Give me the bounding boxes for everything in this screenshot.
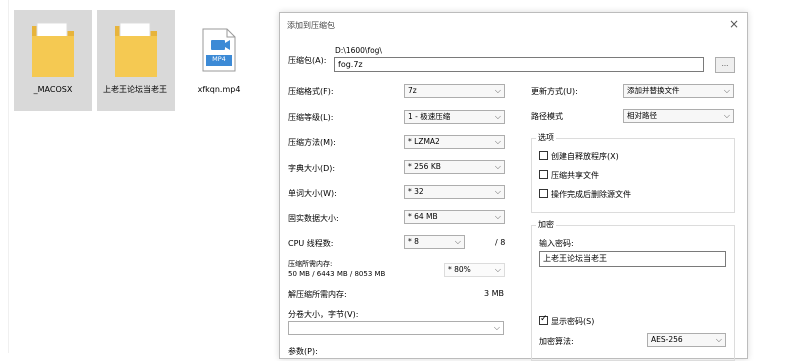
level-select[interactable]: 1 - 极速压缩 ⌵ <box>404 110 505 124</box>
mem-comp-label: 压缩所需内存: <box>288 260 333 268</box>
solid-value: * 64 MB <box>408 212 438 221</box>
show-password-label: 显示密码(S) <box>551 317 595 326</box>
file-item-macosx[interactable]: _MACOSX <box>14 10 92 111</box>
cpu-select[interactable]: * 8 ⌵ <box>404 235 465 249</box>
mem-percent-value: * 80% <box>448 265 471 274</box>
path-mode-label: 路径模式 <box>531 112 563 121</box>
cpu-value: * 8 <box>408 237 419 246</box>
file-name: _MACOSX <box>33 85 73 94</box>
password-input[interactable]: 上老王论坛当老王 <box>539 251 726 267</box>
method-select[interactable]: * LZMA2 ⌵ <box>404 135 505 149</box>
method-value: * LZMA2 <box>408 137 440 146</box>
chevron-down-icon: ⌵ <box>494 137 501 146</box>
level-label: 压缩等级(L): <box>288 113 334 122</box>
sfx-checkbox[interactable] <box>539 151 548 160</box>
delete-checkbox[interactable] <box>539 189 548 198</box>
archive-label: 压缩包(A): <box>288 56 327 65</box>
format-select[interactable]: 7z ⌵ <box>404 84 505 98</box>
shared-checkbox[interactable] <box>539 170 548 179</box>
file-item-folder[interactable]: 上老王论坛当老王 <box>97 10 175 111</box>
shared-label: 压缩共享文件 <box>551 171 599 180</box>
level-value: 1 - 极速压缩 <box>408 112 451 121</box>
path-mode-select[interactable]: 相对路径 ⌵ <box>623 109 734 123</box>
cpu-label: CPU 线程数: <box>288 239 334 248</box>
show-password-checkbox[interactable] <box>539 314 548 325</box>
explorer-sidebar-edge <box>0 0 9 353</box>
solid-label: 固实数据大小: <box>288 214 339 223</box>
enc-method-value: AES-256 <box>651 335 683 344</box>
video-file-icon <box>202 28 236 72</box>
add-to-archive-dialog: 添加到压缩包 × 压缩包(A): D:\1600\fog\ fog.7z ...… <box>279 12 748 361</box>
chevron-down-icon: ⌵ <box>454 237 461 246</box>
close-icon[interactable]: × <box>729 17 739 31</box>
file-name: xfkqn.mp4 <box>197 85 241 94</box>
update-value: 添加并替换文件 <box>627 86 680 95</box>
split-select[interactable]: ⌵ <box>288 321 504 335</box>
chevron-down-icon: ⌵ <box>493 323 500 332</box>
method-label: 压缩方法(M): <box>288 138 336 147</box>
word-value: * 32 <box>408 187 424 196</box>
folder-icon <box>115 22 157 77</box>
archive-path: D:\1600\fog\ <box>335 46 382 55</box>
chevron-down-icon: ⌵ <box>723 111 730 120</box>
mem-decomp-label: 解压缩所需内存: <box>288 290 347 299</box>
chevron-down-icon: ⌵ <box>494 112 501 121</box>
chevron-down-icon: ⌵ <box>715 335 722 344</box>
format-label: 压缩格式(F): <box>288 87 334 96</box>
params-label: 参数(P): <box>288 347 318 356</box>
dict-select[interactable]: * 256 KB ⌵ <box>404 160 505 174</box>
chevron-down-icon: ⌵ <box>723 86 730 95</box>
dict-label: 字典大小(D): <box>288 164 336 173</box>
path-mode-value: 相对路径 <box>627 111 657 120</box>
word-label: 单词大小(W): <box>288 189 337 198</box>
mem-decomp-value: 3 MB <box>484 289 505 298</box>
mp4-badge: MP4 <box>212 55 226 63</box>
chevron-down-icon: ⌵ <box>494 187 501 196</box>
options-title: 选项 <box>536 132 556 143</box>
chevron-down-icon: ⌵ <box>494 86 501 95</box>
chevron-down-icon: ⌵ <box>494 265 501 274</box>
chevron-down-icon: ⌵ <box>494 212 501 221</box>
chevron-down-icon: ⌵ <box>494 162 501 171</box>
browse-button[interactable]: ... <box>715 57 735 73</box>
solid-select[interactable]: * 64 MB ⌵ <box>404 210 505 224</box>
cpu-total: / 8 <box>495 238 506 247</box>
archive-name-input[interactable]: fog.7z <box>334 57 704 72</box>
update-label: 更新方式(U): <box>531 87 578 96</box>
split-label: 分卷大小，字节(V): <box>288 310 359 319</box>
update-select[interactable]: 添加并替换文件 ⌵ <box>623 84 734 98</box>
enc-method-label: 加密算法: <box>539 337 574 346</box>
dict-value: * 256 KB <box>408 162 441 171</box>
mem-percent-select[interactable]: * 80% ⌵ <box>444 263 505 277</box>
delete-label: 操作完成后删除源文件 <box>551 190 631 199</box>
word-select[interactable]: * 32 ⌵ <box>404 185 505 199</box>
dialog-titlebar[interactable]: 添加到压缩包 × <box>280 13 747 39</box>
dialog-title: 添加到压缩包 <box>287 21 335 30</box>
folder-icon <box>32 22 74 77</box>
mem-comp-sub: 50 MB / 6443 MB / 8053 MB <box>288 270 386 278</box>
format-value: 7z <box>408 86 417 95</box>
password-label: 输入密码: <box>539 239 574 248</box>
file-item-video[interactable]: MP4 xfkqn.mp4 <box>180 10 258 111</box>
enc-method-select[interactable]: AES-256 ⌵ <box>647 333 726 347</box>
file-name: 上老王论坛当老王 <box>103 85 167 94</box>
sfx-label: 创建自释放程序(X) <box>551 152 619 161</box>
encryption-title: 加密 <box>536 219 556 230</box>
